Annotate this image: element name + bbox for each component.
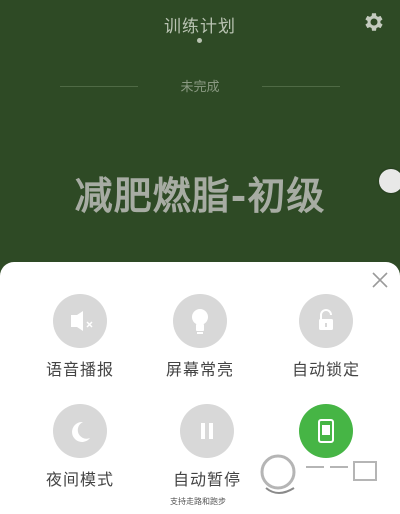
- voice-icon: [53, 294, 107, 348]
- night-mode-toggle[interactable]: 夜间模式: [25, 404, 135, 490]
- night-mode-label: 夜间模式: [45, 470, 114, 489]
- voice-broadcast-toggle[interactable]: 语音播报: [25, 294, 135, 380]
- page-title: 训练计划: [164, 17, 236, 37]
- pause-icon: [180, 404, 234, 458]
- status-row: 未完成: [60, 76, 340, 96]
- page-indicator-dot: [197, 38, 202, 43]
- watermark-caption: 支持走路和跑步: [170, 497, 226, 506]
- screen-on-label: 屏幕常亮: [165, 360, 234, 379]
- start-knob[interactable]: [379, 169, 400, 193]
- auto-lock-label: 自动锁定: [291, 360, 360, 379]
- auto-lock-toggle[interactable]: 自动锁定: [271, 294, 381, 380]
- lock-icon: [299, 294, 353, 348]
- status-divider-right: [262, 86, 340, 87]
- auto-pause-label: 自动暂停: [172, 470, 241, 489]
- close-icon[interactable]: [371, 271, 389, 289]
- plan-header-area: 训练计划 未完成 减肥燃脂-初级: [0, 0, 400, 262]
- plan-name: 减肥燃脂-初级: [74, 173, 326, 218]
- screen-on-toggle[interactable]: 屏幕常亮: [145, 294, 255, 380]
- gear-icon[interactable]: [362, 10, 386, 34]
- settings-sheet: 语音播报 屏幕常亮 自动锁定 夜间模式 自动暂停: [0, 262, 400, 514]
- voice-broadcast-label: 语音播报: [45, 360, 114, 379]
- bulb-icon: [173, 294, 227, 348]
- watermark-logo: [260, 454, 377, 494]
- auto-pause-toggle[interactable]: 自动暂停: [152, 404, 262, 490]
- moon-icon: [53, 404, 107, 458]
